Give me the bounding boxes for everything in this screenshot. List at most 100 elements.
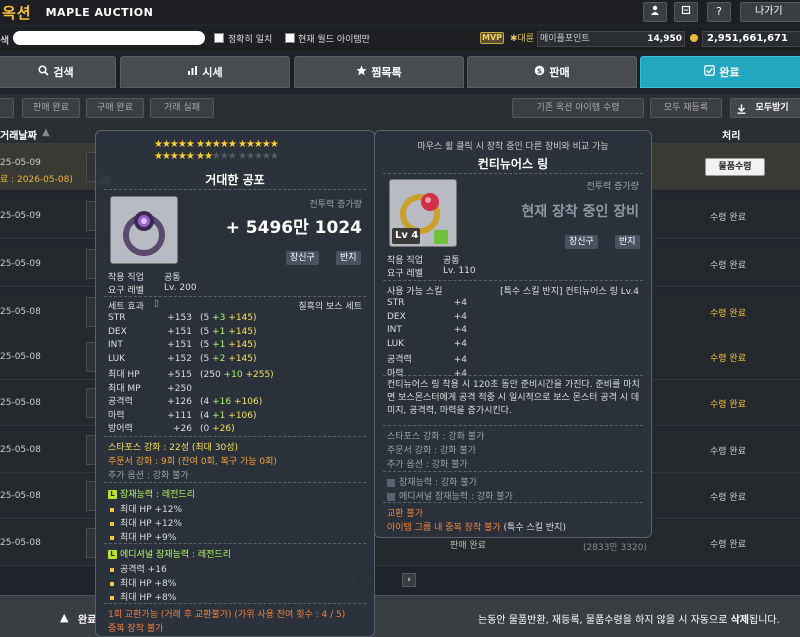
row-date: 25-05-08 [0, 352, 41, 362]
stat-bonus-star: +145) [228, 326, 257, 337]
compare-job-label: 착용 직업 [387, 256, 423, 266]
buy-done-filter[interactable]: 구매 완료 [86, 98, 144, 118]
compare-cp-label: 전투력 증가량 [586, 182, 639, 192]
compare-stat-row: STR +4 [387, 298, 467, 308]
compare-stat-total: +4 [453, 355, 467, 365]
tab-wishlist[interactable]: 찜목록 [294, 56, 464, 88]
compare-stat-row: INT +4 [387, 325, 467, 335]
col-date: 거래날짜 [0, 131, 37, 142]
compare-tag-ring: 반지 [615, 235, 640, 249]
current-world-checkbox[interactable] [285, 33, 295, 43]
stat-base: (250 [200, 370, 221, 380]
tab-search-label: 검색 [53, 66, 74, 79]
compare-job-value: 공통 [443, 256, 460, 266]
user-icon[interactable] [643, 2, 667, 22]
tab-complete[interactable]: 완료 [640, 56, 800, 88]
stat-total: +515 [167, 370, 192, 380]
mailbox-icon[interactable] [674, 2, 698, 22]
add-potential-line-text: 공격력 +16 [120, 565, 167, 575]
stat-base: (4 [200, 397, 210, 407]
stat-base: (5 [200, 340, 210, 350]
complete-toolbar: 판매 완료 구매 완료 거래 실패 기존 옥션 아이템 수령 모두 재등록 모두… [0, 94, 800, 122]
next-page-button[interactable]: › [402, 573, 416, 587]
compare-stat-row: 공격력 +4 [387, 352, 467, 365]
row-expire: 료 : 2026-05-08) [0, 175, 73, 185]
rereg-all-button[interactable]: 모두 재등록 [650, 98, 722, 118]
trade-info: 1회 교환가능 (거래 후 교환불가) (가위 사용 잔여 횟수 : 4 / 5… [108, 610, 346, 620]
add-potential-line: 공격력 +16 [110, 562, 167, 575]
world-name: ✱대륜 [510, 34, 535, 44]
stat-row: DEX +151 (5 +1 +145) [108, 327, 257, 337]
stat-total: +152 [167, 353, 192, 364]
receive-all-label: 모두받기 [755, 103, 789, 113]
add-potential-title: L 에디셔널 잠재능력 : 레전드리 [108, 547, 231, 560]
stat-bonus-star: +145) [228, 340, 257, 350]
tab-sell[interactable]: S 판매 [467, 56, 637, 88]
exit-button[interactable]: 나가기 [740, 2, 800, 22]
stat-total: +151 [167, 340, 192, 350]
row-date: 25-05-09 [0, 259, 41, 269]
item-tooltip: ★★★★★ ★★★★★ ★★★★★ ★★★★★ ★★★★★ ★★★★★ 거대한 공… [95, 130, 375, 637]
chart-icon [187, 65, 198, 79]
row-date: 25-05-08 [0, 445, 41, 455]
tab-sell-label: 판매 [549, 66, 570, 79]
help-icon[interactable]: ? [707, 2, 731, 22]
continuous-ring-icon: Lv 4 [389, 179, 457, 247]
stat-row: 공격력 +126 (4 +16 +106) [108, 394, 262, 407]
tab-wishlist-label: 찜목록 [371, 66, 402, 79]
compare-stat-name: STR [387, 298, 405, 308]
stat-base: (0 [200, 424, 210, 434]
stat-total: +153 [167, 313, 192, 323]
sort-icon[interactable]: ▲ [42, 127, 50, 138]
stat-bonus-flame: +1 [212, 326, 226, 337]
stat-name: 최대 MP [108, 383, 141, 394]
set-label: 세트 효과 [108, 302, 144, 312]
legendary-badge-icon: L [108, 550, 117, 559]
job-label: 착용 직업 [108, 273, 144, 283]
starforce-stars: ★★★★★ ★★★★★ ★★★★★ ★★★★★ ★★★★★ ★★★★★ [154, 139, 279, 162]
add-potential-title-text: 에디셔널 잠재능력 : 레전드리 [120, 550, 231, 560]
set-info-icon: ▯ [154, 299, 159, 309]
maple-auction-window: 옥션 MAPLE AUCTION ? 나가기 색 정확히 일치 현재 월드 아이… [0, 0, 800, 637]
stat-total: +250 [167, 383, 192, 394]
skill-label: 사용 가능 스킬 [387, 287, 443, 297]
tab-search[interactable]: 검색 [0, 56, 116, 88]
potential-title: L 잠재능력 : 레전드리 [108, 487, 195, 500]
addopt-info: 추가 옵션 : 강화 불가 [108, 471, 189, 481]
stat-row: LUK +152 (5 +2 +145) [108, 354, 257, 364]
level-value: Lv. 200 [164, 283, 197, 293]
tab-price[interactable]: 시세 [120, 56, 290, 88]
potential-line-text: 최대 HP +12% [120, 505, 183, 515]
download-icon [737, 103, 746, 121]
compare-stat-total: +4 [453, 338, 467, 349]
auction-logo: 옥션 [2, 3, 32, 22]
sale-done-filter[interactable]: 판매 완료 [22, 98, 80, 118]
add-potential-line-text: 최대 HP +8% [120, 579, 177, 589]
search-label: 색 [0, 36, 10, 47]
divider [104, 482, 366, 483]
search-input[interactable] [13, 31, 205, 45]
compare-level-label: 요구 레벨 [387, 269, 423, 279]
compare-stat-name: 공격력 [387, 355, 412, 365]
scroll-left-button[interactable] [0, 98, 14, 118]
prev-auction-receive-button[interactable]: 기존 옥션 아이템 수령 [512, 98, 644, 118]
trade-fail-filter[interactable]: 거래 실패 [150, 98, 214, 118]
compare-stat-total: +4 [453, 325, 467, 335]
stat-bonus-flame: +1 [212, 410, 226, 421]
compare-trade: 교환 불가 [387, 509, 423, 519]
exact-match-checkbox[interactable] [214, 33, 224, 43]
exact-match-label: 정확히 일치 [228, 35, 273, 45]
dup-info: 중복 장착 불가 [108, 624, 164, 634]
compare-hint: 마우스 휠 클릭 시 장착 중인 다른 장비와 비교 가능 [417, 142, 609, 152]
receive-all-button[interactable]: 모두받기 [730, 98, 800, 118]
row-date: 25-05-08 [0, 538, 41, 548]
stat-row: 방어력 +26 (0 +26) [108, 421, 235, 434]
equipped-label: 현재 장착 중인 장비 [521, 204, 639, 220]
cp-label: 전투력 증가량 [309, 200, 362, 210]
stat-base: (4 [200, 410, 210, 421]
receive-item-button[interactable]: 물품수령 [705, 158, 765, 176]
potential-line: 최대 HP +9% [110, 530, 176, 543]
stat-row: INT +151 (5 +1 +145) [108, 340, 257, 350]
skill-description: 컨티뉴어스 링 착용 시 120초 동안 준비시간을 가진다. 준비를 마치면 … [387, 380, 640, 416]
stat-bonus-star: +145) [228, 353, 257, 364]
